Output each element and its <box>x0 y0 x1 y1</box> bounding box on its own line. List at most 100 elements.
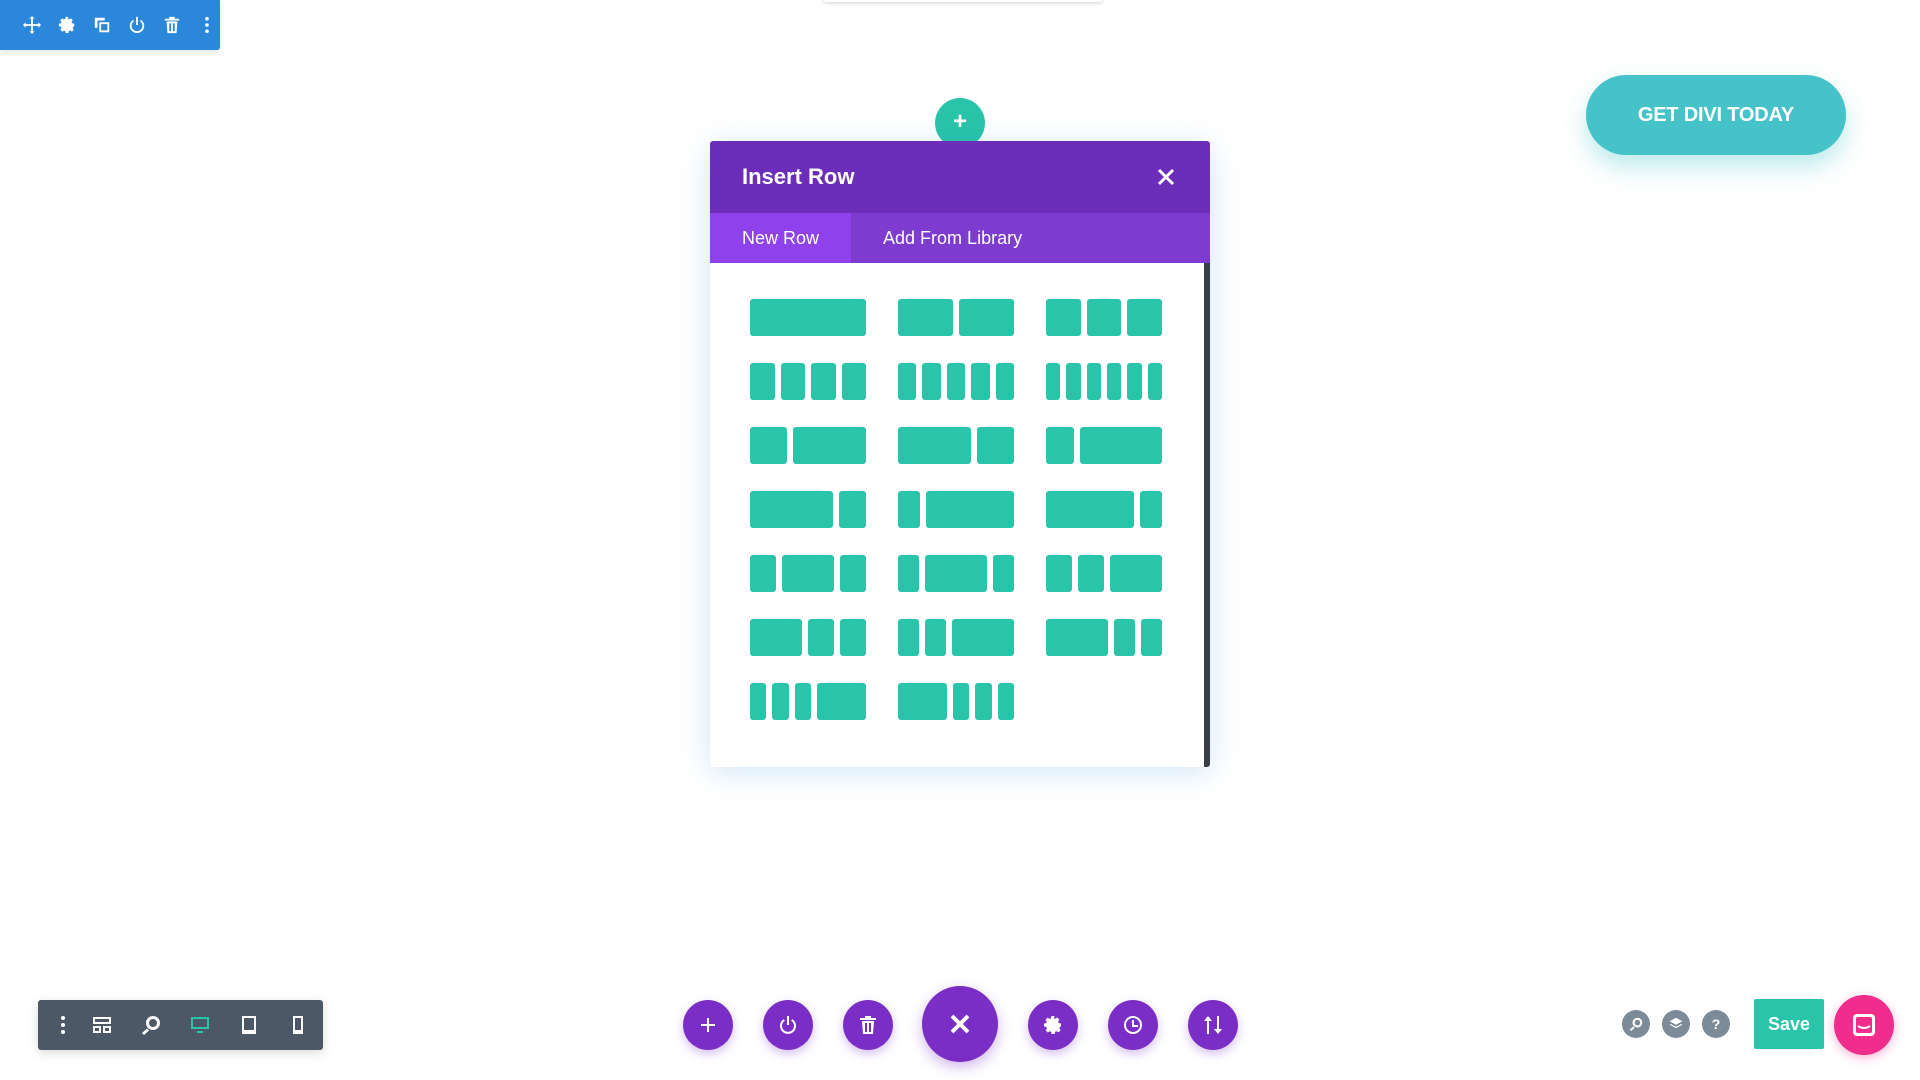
layout-option-4-1[interactable] <box>1046 491 1162 528</box>
layout-column <box>780 363 805 400</box>
close-icon[interactable] <box>1154 165 1178 189</box>
move-icon[interactable] <box>20 13 44 37</box>
layout-column <box>898 491 920 528</box>
layout-column <box>1046 619 1109 656</box>
layout-column <box>750 683 767 720</box>
layout-option-3-1[interactable] <box>750 491 866 528</box>
layout-column <box>924 555 988 592</box>
layout-column <box>898 363 917 400</box>
layout-column <box>898 683 947 720</box>
layout-column <box>898 555 919 592</box>
layout-column <box>1147 363 1162 400</box>
layout-option-1-3[interactable] <box>1046 427 1162 464</box>
desktop-icon[interactable] <box>176 1000 225 1050</box>
layout-column <box>924 619 946 656</box>
layout-option-1-1-1-1[interactable] <box>750 363 866 400</box>
layout-option-1-1-2[interactable] <box>1046 555 1162 592</box>
layout-column <box>977 427 1014 464</box>
trash-icon[interactable] <box>160 13 184 37</box>
layout-column <box>838 491 866 528</box>
add-module-button[interactable] <box>683 1000 733 1050</box>
layout-option-1-1-1-1-1-1[interactable] <box>1046 363 1162 400</box>
layout-option-2-1[interactable] <box>898 427 1014 464</box>
layout-column <box>750 427 787 464</box>
layout-column <box>959 299 1014 336</box>
portability-button[interactable] <box>1188 1000 1238 1050</box>
layout-column <box>1110 555 1162 592</box>
get-divi-button[interactable]: GET DIVI TODAY <box>1586 75 1846 155</box>
layout-column <box>898 619 919 656</box>
layout-column <box>951 619 1014 656</box>
layout-option-1[interactable] <box>750 299 866 336</box>
layers-icon[interactable] <box>1662 1010 1690 1038</box>
layout-column <box>841 363 866 400</box>
search-icon[interactable] <box>1622 1010 1650 1038</box>
layout-column <box>750 619 802 656</box>
duplicate-icon[interactable] <box>90 13 114 37</box>
gear-icon[interactable] <box>55 13 79 37</box>
layout-column <box>922 363 941 400</box>
layout-option-1-1-1-3[interactable] <box>750 683 866 720</box>
layout-column <box>1127 363 1142 400</box>
layout-option-1-1-3[interactable] <box>898 619 1014 656</box>
layout-column <box>840 619 866 656</box>
layout-column <box>1140 491 1162 528</box>
layout-column <box>953 683 970 720</box>
layout-option-1-2[interactable] <box>750 427 866 464</box>
layout-option-2-1-1[interactable] <box>750 619 866 656</box>
layout-option-1-1-1-1-1[interactable] <box>898 363 1014 400</box>
layout-column <box>840 555 866 592</box>
trash-button[interactable] <box>843 1000 893 1050</box>
layout-option-1-3-1[interactable] <box>898 555 1014 592</box>
tablet-icon[interactable] <box>225 1000 274 1050</box>
layout-column <box>792 427 866 464</box>
layout-column <box>995 363 1014 400</box>
layout-column <box>971 363 990 400</box>
layout-column <box>993 555 1014 592</box>
layout-column <box>898 427 972 464</box>
history-button[interactable] <box>1108 1000 1158 1050</box>
layout-column <box>782 555 834 592</box>
scrollbar[interactable] <box>1204 263 1210 767</box>
layout-column <box>1066 363 1081 400</box>
layout-option-1-2-1[interactable] <box>750 555 866 592</box>
layout-column <box>750 491 833 528</box>
layout-column <box>772 683 789 720</box>
layout-grid <box>750 299 1162 720</box>
exit-builder-button[interactable] <box>922 986 998 1062</box>
layout-column <box>1046 363 1061 400</box>
layout-column <box>1078 555 1104 592</box>
layout-option-3-1-1[interactable] <box>1046 619 1162 656</box>
layout-column <box>1127 299 1162 336</box>
zoom-icon[interactable] <box>127 1000 176 1050</box>
help-icon[interactable]: ? <box>1702 1010 1730 1038</box>
view-mode-toolbar <box>38 1000 323 1050</box>
layout-column <box>898 299 953 336</box>
layout-column <box>811 363 836 400</box>
power-icon[interactable] <box>125 13 149 37</box>
layout-column <box>1086 363 1101 400</box>
page-settings-button[interactable] <box>1028 1000 1078 1050</box>
more-icon[interactable] <box>195 13 219 37</box>
phone-icon[interactable] <box>274 1000 323 1050</box>
layout-column <box>926 491 1014 528</box>
layout-column <box>997 683 1014 720</box>
layout-column <box>1114 619 1136 656</box>
layout-column <box>1079 427 1162 464</box>
tab-new-row[interactable]: New Row <box>710 213 852 263</box>
chat-icon[interactable] <box>1834 995 1894 1055</box>
layout-option-1-1[interactable] <box>898 299 1014 336</box>
layout-column <box>946 363 966 400</box>
tab-add-from-library[interactable]: Add From Library <box>851 213 1054 263</box>
layout-option-3-1-1-1[interactable] <box>898 683 1014 720</box>
modal-tabs: New Row Add From Library <box>710 213 1210 263</box>
wireframe-icon[interactable] <box>77 1000 126 1050</box>
more-icon[interactable] <box>48 1000 77 1050</box>
layout-column <box>1046 491 1134 528</box>
save-button[interactable]: Save <box>1754 999 1824 1049</box>
layout-option-1-4[interactable] <box>898 491 1014 528</box>
power-button[interactable] <box>763 1000 813 1050</box>
layout-column <box>808 619 834 656</box>
layout-column <box>1046 299 1081 336</box>
layout-option-1-1-1[interactable] <box>1046 299 1162 336</box>
